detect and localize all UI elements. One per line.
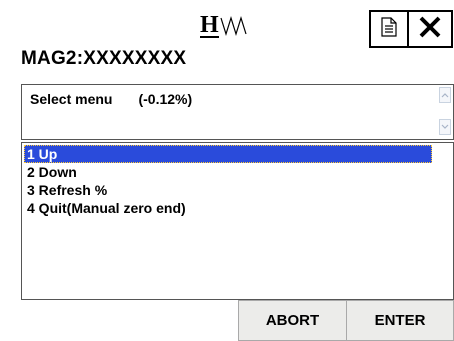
button-bar: ABORT ENTER xyxy=(0,300,454,341)
close-button[interactable] xyxy=(409,10,453,48)
abort-button[interactable]: ABORT xyxy=(238,300,347,341)
prompt-value: (-0.12%) xyxy=(138,91,193,107)
menu-item-refresh[interactable]: 3 Refresh % xyxy=(24,181,107,199)
menu-list: 1 Up 2 Down 3 Refresh % 4 Quit(Manual ze… xyxy=(21,142,454,300)
prompt-label: Select menu xyxy=(30,91,113,107)
prompt-text: Select menu (-0.12%) xyxy=(30,91,192,107)
menu-item-up[interactable]: 1 Up xyxy=(24,145,432,163)
menu-item-quit[interactable]: 4 Quit(Manual zero end) xyxy=(24,199,186,217)
device-title: MAG2:XXXXXXXX xyxy=(21,48,187,69)
enter-button[interactable]: ENTER xyxy=(346,300,454,341)
scroll-down-button[interactable] xyxy=(439,119,451,135)
scroll-up-arrow-icon xyxy=(441,93,449,98)
menu-item-down[interactable]: 2 Down xyxy=(24,163,77,181)
hart-logo-icon: H xyxy=(198,6,258,46)
prompt-panel: Select menu (-0.12%) xyxy=(21,84,454,140)
document-icon xyxy=(381,16,397,42)
close-icon xyxy=(419,16,441,43)
document-button[interactable] xyxy=(369,10,409,48)
svg-text:H: H xyxy=(200,12,219,38)
scroll-down-arrow-icon xyxy=(441,124,449,129)
scroll-up-button[interactable] xyxy=(439,87,451,103)
